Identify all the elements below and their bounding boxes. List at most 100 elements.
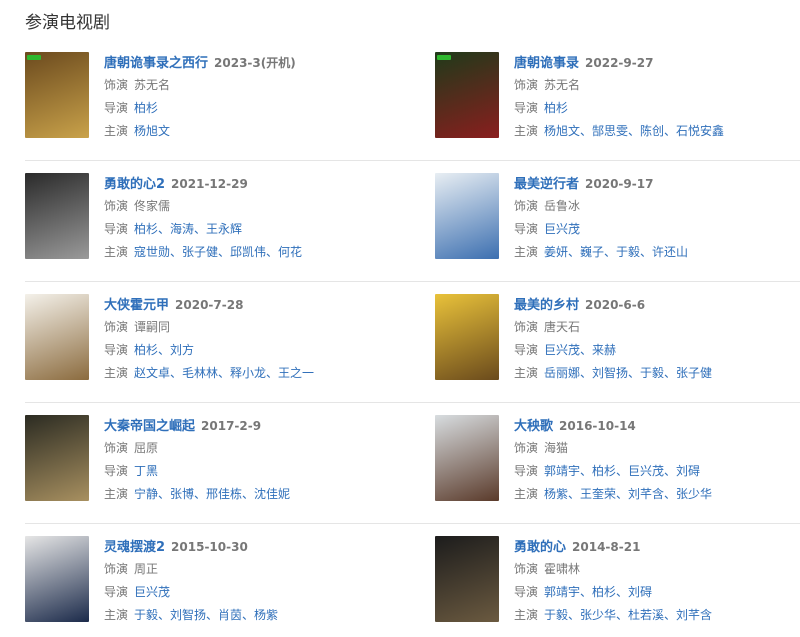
work-title-line: 大秦帝国之崛起 2017-2-9 bbox=[104, 415, 404, 437]
director-value[interactable]: 郭靖宇、柏杉、巨兴茂、刘碍 bbox=[544, 464, 700, 478]
director-label: 导演 bbox=[514, 101, 539, 115]
work-card: 唐朝诡事录之西行 2023-3(开机) 饰演 苏无名 导演 柏杉 主演 杨旭文 bbox=[25, 52, 405, 140]
role-line: 饰演 海猫 bbox=[514, 437, 800, 460]
director-value[interactable]: 巨兴茂、来赫 bbox=[544, 343, 616, 357]
work-title-link[interactable]: 唐朝诡事录 bbox=[514, 56, 579, 71]
work-title-link[interactable]: 灵魂摆渡2 bbox=[104, 540, 165, 555]
poster-image[interactable] bbox=[25, 52, 89, 138]
cast-line: 主演 姜妍、巍子、于毅、许还山 bbox=[514, 241, 800, 264]
work-date: 2016-10-14 bbox=[559, 419, 636, 433]
work-title-link[interactable]: 勇敢的心 bbox=[514, 540, 566, 555]
work-title-line: 最美的乡村 2020-6-6 bbox=[514, 294, 800, 316]
director-value[interactable]: 柏杉 bbox=[134, 101, 158, 115]
cast-value[interactable]: 寇世勋、张子健、邱凯伟、何花 bbox=[134, 245, 302, 259]
cast-value[interactable]: 于毅、刘智扬、肖茵、杨紫 bbox=[134, 608, 278, 622]
work-title-link[interactable]: 最美的乡村 bbox=[514, 298, 579, 313]
poster-badge bbox=[437, 55, 451, 60]
role-value: 唐天石 bbox=[544, 320, 581, 334]
director-line: 导演 柏杉 bbox=[514, 97, 800, 120]
work-date: 2023-3(开机) bbox=[214, 56, 296, 70]
work-info: 灵魂摆渡2 2015-10-30 饰演 周正 导演 巨兴茂 主演 于毅、刘智扬、肖茵、杨紫 bbox=[104, 536, 404, 627]
works-row: 唐朝诡事录之西行 2023-3(开机) 饰演 苏无名 导演 柏杉 主演 杨旭文 唐朝诡事录 202… bbox=[25, 40, 800, 161]
work-title-line: 大秧歌 2016-10-14 bbox=[514, 415, 800, 437]
director-value[interactable]: 柏杉、海涛、王永辉 bbox=[134, 222, 242, 236]
poster-image[interactable] bbox=[435, 173, 499, 259]
cast-value[interactable]: 于毅、张少华、杜若溪、刘芊含 bbox=[544, 608, 712, 622]
director-value[interactable]: 柏杉 bbox=[544, 101, 568, 115]
director-label: 导演 bbox=[104, 343, 129, 357]
work-title-link[interactable]: 唐朝诡事录之西行 bbox=[104, 56, 208, 71]
cast-label: 主演 bbox=[514, 124, 539, 138]
role-value: 霍啸林 bbox=[544, 562, 581, 576]
work-info: 勇敢的心 2014-8-21 饰演 霍啸林 导演 郭靖宇、柏杉、刘碍 主演 于毅、张少华、杜若… bbox=[514, 536, 800, 627]
role-line: 饰演 佟家儒 bbox=[104, 195, 404, 218]
director-line: 导演 巨兴茂 bbox=[104, 581, 404, 604]
poster-image[interactable] bbox=[435, 294, 499, 380]
role-line: 饰演 屈原 bbox=[104, 437, 404, 460]
role-label: 饰演 bbox=[104, 562, 129, 576]
director-line: 导演 郭靖宇、柏杉、刘碍 bbox=[514, 581, 800, 604]
cast-line: 主演 于毅、张少华、杜若溪、刘芊含 bbox=[514, 604, 800, 627]
cast-line: 主演 赵文卓、毛林林、释小龙、王之一 bbox=[104, 362, 404, 385]
work-date: 2022-9-27 bbox=[585, 56, 654, 70]
work-date: 2021-12-29 bbox=[171, 177, 248, 191]
poster-image[interactable] bbox=[25, 536, 89, 622]
poster-image[interactable] bbox=[435, 536, 499, 622]
director-line: 导演 巨兴茂、来赫 bbox=[514, 339, 800, 362]
director-value[interactable]: 巨兴茂 bbox=[134, 585, 170, 599]
work-card: 大秧歌 2016-10-14 饰演 海猫 导演 郭靖宇、柏杉、巨兴茂、刘碍 主演 杨紫、王奎荣… bbox=[435, 415, 800, 503]
director-value[interactable]: 郭靖宇、柏杉、刘碍 bbox=[544, 585, 652, 599]
cast-value[interactable]: 宁静、张博、邢佳栋、沈佳妮 bbox=[134, 487, 290, 501]
role-line: 饰演 岳鲁冰 bbox=[514, 195, 800, 218]
role-line: 饰演 谭嗣同 bbox=[104, 316, 404, 339]
work-date: 2020-6-6 bbox=[585, 298, 646, 312]
poster-image[interactable] bbox=[435, 52, 499, 138]
role-line: 饰演 唐天石 bbox=[514, 316, 800, 339]
cast-label: 主演 bbox=[104, 245, 129, 259]
role-label: 饰演 bbox=[514, 320, 539, 334]
poster-image[interactable] bbox=[25, 415, 89, 501]
cast-value[interactable]: 杨紫、王奎荣、刘芊含、张少华 bbox=[544, 487, 712, 501]
work-card: 唐朝诡事录 2022-9-27 饰演 苏无名 导演 柏杉 主演 杨旭文、郜思雯、陈创、石悦安鑫 bbox=[435, 52, 800, 140]
poster-image[interactable] bbox=[25, 294, 89, 380]
work-title-line: 最美逆行者 2020-9-17 bbox=[514, 173, 800, 195]
cast-line: 主演 杨紫、王奎荣、刘芊含、张少华 bbox=[514, 483, 800, 506]
poster-image[interactable] bbox=[435, 415, 499, 501]
work-date: 2017-2-9 bbox=[201, 419, 262, 433]
work-title-link[interactable]: 大秧歌 bbox=[514, 419, 553, 434]
director-label: 导演 bbox=[514, 222, 539, 236]
role-label: 饰演 bbox=[514, 78, 539, 92]
cast-label: 主演 bbox=[514, 487, 539, 501]
cast-value[interactable]: 岳丽娜、刘智扬、于毅、张子健 bbox=[544, 366, 712, 380]
role-label: 饰演 bbox=[104, 78, 129, 92]
work-date: 2020-9-17 bbox=[585, 177, 654, 191]
works-row: 大秦帝国之崛起 2017-2-9 饰演 屈原导演 丁黑主演 宁静、张博、邢佳栋、沈佳妮 大秧… bbox=[25, 403, 800, 524]
work-card: 大秦帝国之崛起 2017-2-9 饰演 屈原 导演 丁黑 主演 宁静、张博、邢佳栋、沈佳妮 bbox=[25, 415, 405, 503]
work-info: 大秧歌 2016-10-14 饰演 海猫 导演 郭靖宇、柏杉、巨兴茂、刘碍 主演 杨紫、王奎荣… bbox=[514, 415, 800, 506]
work-date: 2020-7-28 bbox=[175, 298, 244, 312]
poster-badge bbox=[27, 55, 41, 60]
director-value[interactable]: 巨兴茂 bbox=[544, 222, 580, 236]
cast-value[interactable]: 杨旭文、郜思雯、陈创、石悦安鑫 bbox=[544, 124, 724, 138]
cast-value[interactable]: 姜妍、巍子、于毅、许还山 bbox=[544, 245, 688, 259]
work-info: 最美的乡村 2020-6-6 饰演 唐天石 导演 巨兴茂、来赫 主演 岳丽娜、刘智扬、于毅、张… bbox=[514, 294, 800, 385]
role-value: 海猫 bbox=[544, 441, 569, 455]
cast-value[interactable]: 赵文卓、毛林林、释小龙、王之一 bbox=[134, 366, 314, 380]
cast-value[interactable]: 杨旭文 bbox=[134, 124, 170, 138]
director-value[interactable]: 丁黑 bbox=[134, 464, 158, 478]
work-date: 2015-10-30 bbox=[171, 540, 248, 554]
poster-image[interactable] bbox=[25, 173, 89, 259]
director-line: 导演 郭靖宇、柏杉、巨兴茂、刘碍 bbox=[514, 460, 800, 483]
director-value[interactable]: 柏杉、刘方 bbox=[134, 343, 194, 357]
cast-label: 主演 bbox=[104, 366, 129, 380]
director-label: 导演 bbox=[514, 464, 539, 478]
work-title-link[interactable]: 勇敢的心2 bbox=[104, 177, 165, 192]
work-title-link[interactable]: 大侠霍元甲 bbox=[104, 298, 169, 313]
director-line: 导演 巨兴茂 bbox=[514, 218, 800, 241]
work-title-line: 灵魂摆渡2 2015-10-30 bbox=[104, 536, 404, 558]
work-card: 勇敢的心 2014-8-21 饰演 霍啸林 导演 郭靖宇、柏杉、刘碍 主演 于毅、张少华、杜若… bbox=[435, 536, 800, 624]
work-title-link[interactable]: 最美逆行者 bbox=[514, 177, 579, 192]
cast-label: 主演 bbox=[514, 245, 539, 259]
work-title-line: 大侠霍元甲 2020-7-28 bbox=[104, 294, 404, 316]
work-title-link[interactable]: 大秦帝国之崛起 bbox=[104, 419, 195, 434]
